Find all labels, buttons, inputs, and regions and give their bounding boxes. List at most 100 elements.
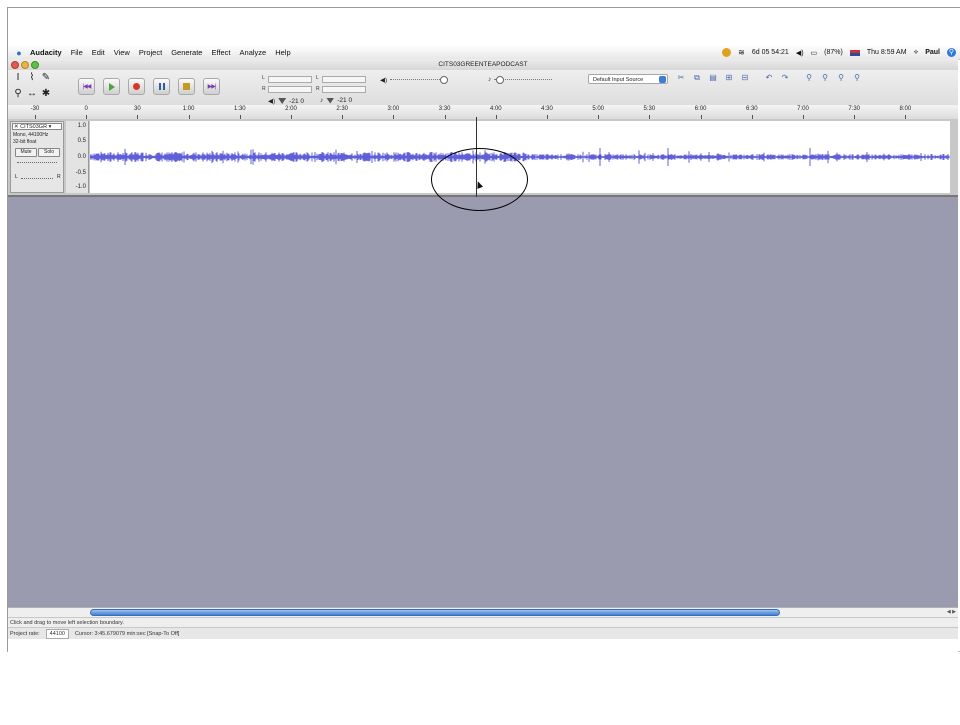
toolbar: I ⌇ ✎ ⚲ ↔ ✱ |◀◀ ▶▶| L R ◀) -21 0 L R ♪ -… — [8, 70, 958, 105]
skip-start-button[interactable]: |◀◀ — [78, 78, 95, 95]
volume-icon[interactable]: ◀) — [796, 49, 804, 57]
pan-left-label: L — [15, 174, 18, 180]
zoom-out-icon[interactable]: ⚲ — [820, 73, 830, 83]
record-button[interactable] — [128, 78, 145, 95]
datetime[interactable]: Thu 8:59 AM — [867, 49, 907, 56]
output-meter-menu[interactable]: ◀) -21 0 — [268, 97, 304, 106]
input-flag-icon[interactable] — [849, 49, 860, 56]
menu-generate[interactable]: Generate — [171, 48, 202, 57]
gain-slider[interactable] — [17, 162, 57, 164]
recording-volume: ♪ — [488, 75, 553, 84]
skip-start-icon: |◀◀ — [82, 84, 92, 90]
mic-icon: ♪ — [488, 76, 492, 83]
ruler-label: 1:00 — [182, 106, 195, 112]
menu-view[interactable]: View — [114, 48, 130, 57]
timeshift-tool-icon[interactable]: ↔ — [26, 88, 38, 100]
spotlight-icon[interactable]: ⚲ — [947, 48, 956, 57]
track-format: Mono, 44100Hz — [13, 132, 49, 138]
record-icon — [133, 83, 140, 90]
menu-help[interactable]: Help — [275, 48, 290, 57]
slider-knob[interactable] — [440, 76, 449, 84]
trim-icon[interactable]: ⊞ — [724, 73, 734, 83]
ruler-label: 7:30 — [848, 106, 861, 112]
scale-label: -0.5 — [75, 170, 86, 176]
fit-selection-icon[interactable]: ⚲ — [836, 73, 846, 83]
multi-tool-icon[interactable]: ✱ — [40, 88, 52, 100]
menu-analyze[interactable]: Analyze — [240, 48, 267, 57]
user-name[interactable]: Paul — [925, 49, 940, 56]
input-meter[interactable]: L R — [316, 73, 368, 97]
timer-icon[interactable] — [722, 48, 732, 57]
menu-app-name[interactable]: Audacity — [30, 48, 62, 57]
ruler-label: 0 — [84, 106, 88, 112]
cursor-position-text: Cursor: 3:45.679079 min:sec [Snap-To Off… — [74, 631, 180, 637]
clock-readout[interactable]: 6d 05 54:21 — [752, 49, 789, 56]
zoom-button[interactable] — [31, 61, 39, 69]
envelope-tool-icon[interactable]: ⌇ — [26, 72, 38, 84]
slider-knob[interactable] — [496, 75, 505, 84]
menu-effect[interactable]: Effect — [211, 48, 230, 57]
meter-out-l-label: L — [262, 75, 265, 81]
close-button[interactable] — [11, 61, 19, 69]
scale-label: 0.5 — [77, 138, 86, 144]
play-button[interactable] — [103, 78, 120, 95]
playback-volume-slider[interactable] — [390, 76, 449, 84]
window-controls — [11, 61, 39, 69]
copy-icon[interactable]: ⧉ — [692, 73, 702, 83]
menu-project[interactable]: Project — [139, 48, 162, 57]
close-icon[interactable]: ✕ — [14, 124, 19, 130]
ruler-label: 30 — [134, 106, 141, 112]
ruler-label: 3:00 — [387, 106, 400, 112]
scroll-arrows-icon[interactable]: ◀ ▶ — [947, 609, 956, 615]
minimize-button[interactable] — [21, 61, 29, 69]
undo-icon[interactable]: ↶ — [764, 73, 774, 83]
timeline-ruler[interactable]: -30 0 30 1:00 1:30 2:00 2:30 3:00 3:30 4:00 4:30 5:… — [8, 105, 958, 120]
ruler-label: 6:00 — [694, 106, 707, 112]
redo-icon[interactable]: ↷ — [780, 73, 790, 83]
pause-button[interactable] — [153, 78, 170, 95]
menu-file[interactable]: File — [71, 48, 83, 57]
track-name-menu[interactable]: ✕ CITS03GR ▾ — [12, 123, 62, 130]
input-source-select[interactable]: Default Input Source — [588, 74, 668, 84]
paste-icon[interactable]: ▤ — [708, 73, 718, 83]
wifi-icon[interactable]: ≋ — [738, 48, 745, 57]
meter-out-left-bar — [268, 76, 312, 83]
cut-icon[interactable]: ✂ — [676, 73, 686, 83]
recording-volume-slider[interactable] — [494, 75, 553, 84]
mute-button[interactable]: Mute — [15, 148, 37, 157]
fit-project-icon[interactable]: ⚲ — [852, 73, 862, 83]
input-meter-menu[interactable]: ♪ -21 0 — [320, 97, 352, 104]
pan-slider[interactable] — [21, 178, 53, 180]
ruler-label: 2:30 — [336, 106, 349, 112]
menu-extras: ≋ 6d 05 54:21 ◀) ▭ (87%) Thu 8:59 AM ⟡ P… — [722, 46, 956, 59]
empty-track-area[interactable] — [8, 197, 958, 607]
output-meter[interactable]: L R — [262, 73, 314, 97]
meter-in-l-label: L — [316, 75, 319, 81]
apple-icon[interactable]: ● — [14, 48, 24, 58]
silence-icon[interactable]: ⊟ — [740, 73, 750, 83]
battery-percent[interactable]: (87%) — [824, 49, 843, 56]
status-message-bar: Click and drag to move left selection bo… — [8, 617, 958, 627]
project-rate-field[interactable]: 44100 — [45, 629, 69, 639]
ruler-label: 5:00 — [592, 106, 605, 112]
ruler-label: 6:30 — [745, 106, 758, 112]
amplitude-scale: 1.0 0.5 0.0 -0.5 -1.0 — [66, 121, 89, 193]
solo-button[interactable]: Solo — [38, 148, 60, 157]
user-icon[interactable]: ⟡ — [914, 49, 919, 57]
ruler-label: 2:00 — [285, 106, 297, 112]
status-message: Click and drag to move left selection bo… — [10, 620, 124, 626]
ruler-label: 4:30 — [541, 106, 553, 112]
skip-end-button[interactable]: ▶▶| — [203, 78, 220, 95]
scale-label: -1.0 — [75, 184, 86, 190]
select-arrows-icon — [659, 76, 666, 83]
zoom-tool-icon[interactable]: ⚲ — [12, 88, 24, 100]
selection-tool-icon[interactable]: I — [12, 72, 24, 84]
menu-edit[interactable]: Edit — [92, 48, 105, 57]
meter-in-left-bar — [322, 76, 366, 83]
zoom-in-icon[interactable]: ⚲ — [804, 73, 814, 83]
play-icon — [108, 82, 115, 91]
draw-tool-icon[interactable]: ✎ — [40, 72, 52, 84]
scrollbar-thumb[interactable] — [90, 609, 780, 616]
stop-button[interactable] — [178, 78, 195, 95]
battery-icon[interactable]: ▭ — [811, 49, 818, 57]
